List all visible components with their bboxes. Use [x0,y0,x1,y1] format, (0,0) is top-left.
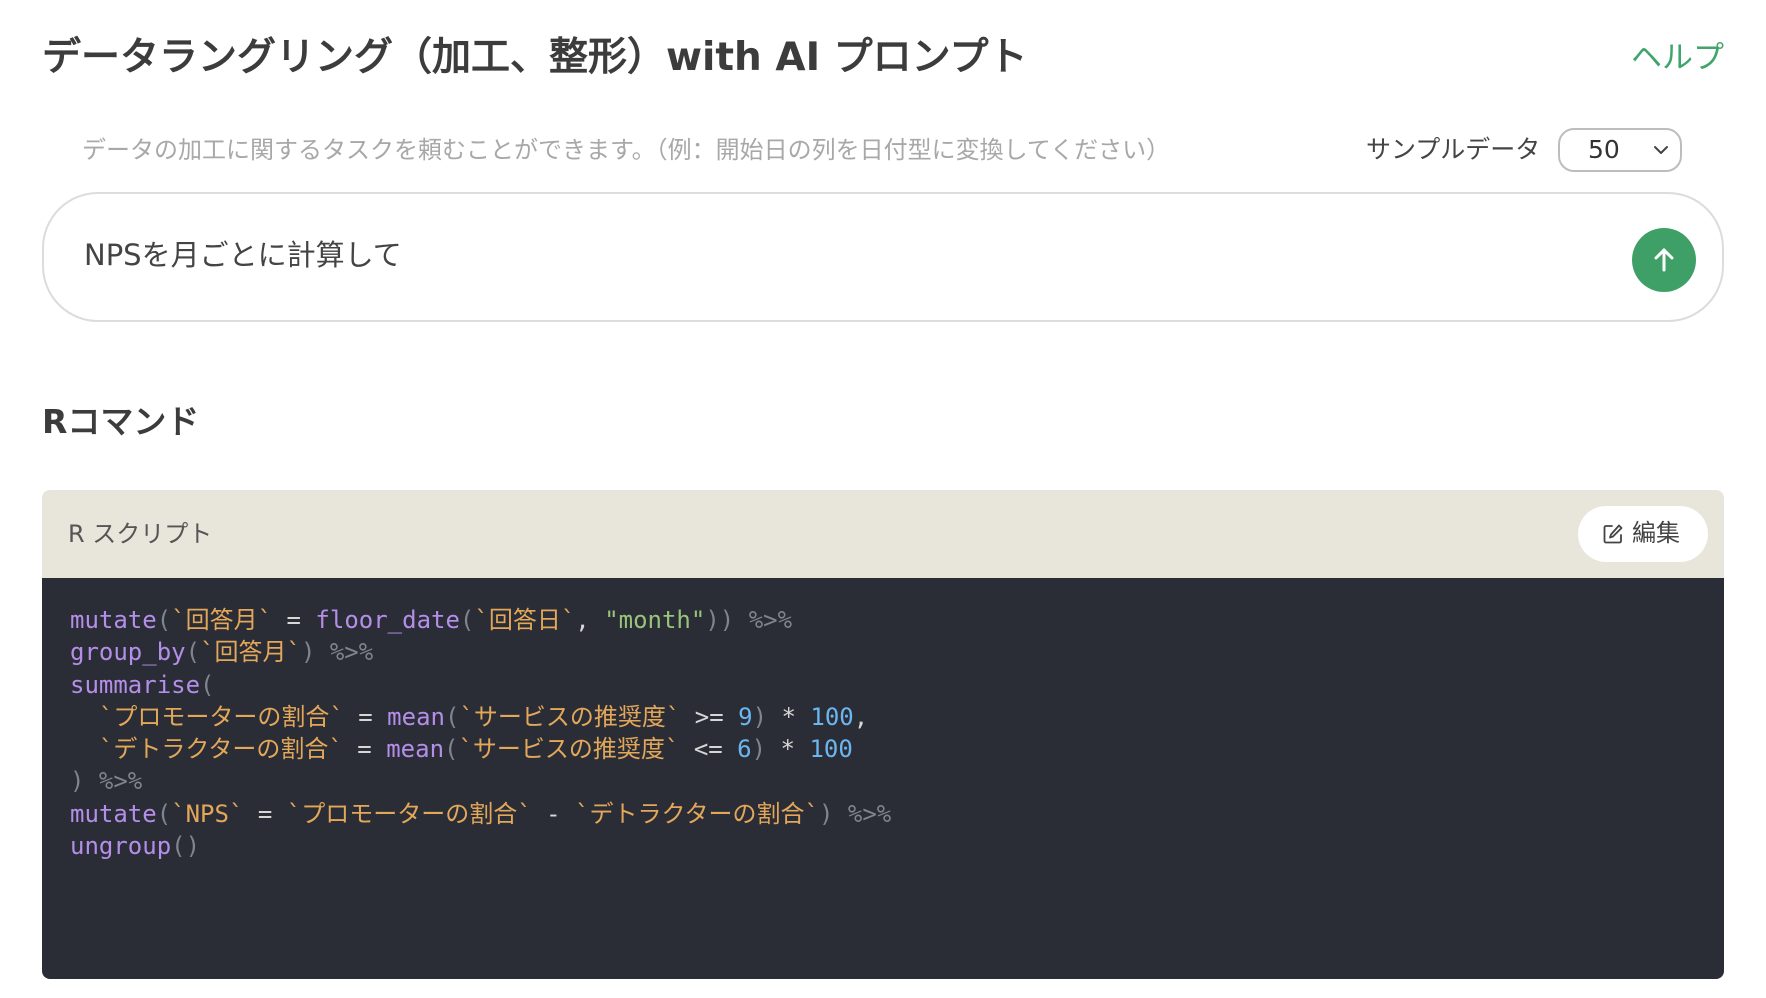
code-token: 9 [738,702,753,731]
edit-icon [1603,524,1623,544]
code-token: * [766,735,810,764]
code-token: `回答日` [474,606,576,634]
code-token: ungroup [70,832,172,861]
code-token: %>% [315,638,374,667]
code-token: ) [818,799,834,828]
code-token: group_by [70,638,186,667]
code-line: ) %>% [70,765,891,797]
code-line: ungroup() [70,830,891,862]
code-token: = [243,799,287,828]
code-token: () [171,832,201,861]
code-token: <= [679,735,738,764]
code-token: %>% [734,606,793,634]
code-token: floor_date [315,606,460,634]
code-token: ) [300,638,316,667]
code-token: `回答月` [171,606,273,634]
code-line: group_by(`回答月`) %>% [70,636,891,668]
help-link[interactable]: ヘルプ [1631,28,1724,88]
code-token: summarise [70,670,201,699]
code-token: , [575,606,605,634]
code-token: mutate [70,799,157,828]
code-line: `デトラクターの割合` = mean(`サービスの推奨度` <= 6) * 10… [70,733,891,765]
code-token: `プロモーターの割合` [286,799,532,828]
code-token: , [853,702,869,731]
code-token: = [343,702,388,731]
code-token: >= [680,702,739,731]
edit-button[interactable]: 編集 [1578,506,1708,562]
send-button[interactable] [1632,228,1696,292]
code-line: mutate(`回答月` = floor_date(`回答日`, "month"… [70,604,891,636]
code-token: ) [70,767,85,796]
code-token: ( [459,606,475,634]
code-token: `NPS` [171,799,244,828]
code-token: `プロモーターの割合` [98,702,344,731]
page-title: データラングリング（加工、整形）with AI プロンプト [42,35,1028,80]
prompt-box [42,192,1724,322]
code-token: 100 [809,735,853,764]
code-token: * [767,702,811,731]
code-token: )) [705,606,735,634]
code-token: - [531,799,576,828]
code-token: = [342,735,387,764]
code-block[interactable]: mutate(`回答月` = floor_date(`回答日`, "month"… [42,578,1724,979]
code-token: ( [444,702,460,731]
code-token: mutate [70,606,157,634]
r-command-heading: Rコマンド [42,402,200,441]
code-line: mutate(`NPS` = `プロモーターの割合` - `デトラクターの割合`… [70,798,891,830]
code-token: ( [200,670,215,699]
code-token: 6 [737,735,752,764]
prompt-hint: データの加工に関するタスクを頼むことができます。（例：開始日の列を日付型に変換し… [82,136,1171,164]
sample-data-label: サンプルデータ [1366,135,1541,164]
code-token: `デトラクターの割合` [98,735,343,764]
code-token: = [272,606,316,634]
prompt-input[interactable] [84,228,1544,278]
code-token: ( [444,735,459,764]
chevron-down-icon [1654,146,1668,154]
code-token: %>% [84,767,143,796]
code-line: `プロモーターの割合` = mean(`サービスの推奨度` >= 9) * 10… [70,701,891,733]
code-token: ( [185,638,201,667]
r-script-card: R スクリプト 編集 mutate(`回答月` = floor_date(`回答… [42,490,1724,979]
code-token: %>% [833,799,892,828]
code-token: mean [387,702,445,731]
sample-data-select[interactable]: 50 [1558,128,1682,172]
code-token: 100 [810,702,854,731]
code-token: `サービスの推奨度` [458,735,680,764]
page-header: データラングリング（加工、整形）with AI プロンプト ヘルプ [42,28,1724,88]
code-token: `デトラクターの割合` [575,799,819,828]
code-token: mean [386,735,445,764]
code-token: `回答月` [200,638,301,667]
code-token: ( [156,606,172,634]
code-line: summarise( [70,669,891,701]
code-token: ) [752,702,768,731]
arrow-up-icon [1654,248,1674,272]
data-wrangling-page: データラングリング（加工、整形）with AI プロンプト ヘルプ データの加工… [0,0,1766,998]
code-token: "month" [604,606,706,634]
r-code: mutate(`回答月` = floor_date(`回答日`, "month"… [70,604,891,862]
code-token: ( [156,799,172,828]
r-script-label: R スクリプト [68,520,213,548]
sample-data-value: 50 [1588,135,1620,164]
edit-button-label: 編集 [1632,520,1680,547]
r-script-header: R スクリプト 編集 [42,490,1724,578]
code-token: `サービスの推奨度` [459,702,681,731]
code-token: ) [751,735,767,764]
